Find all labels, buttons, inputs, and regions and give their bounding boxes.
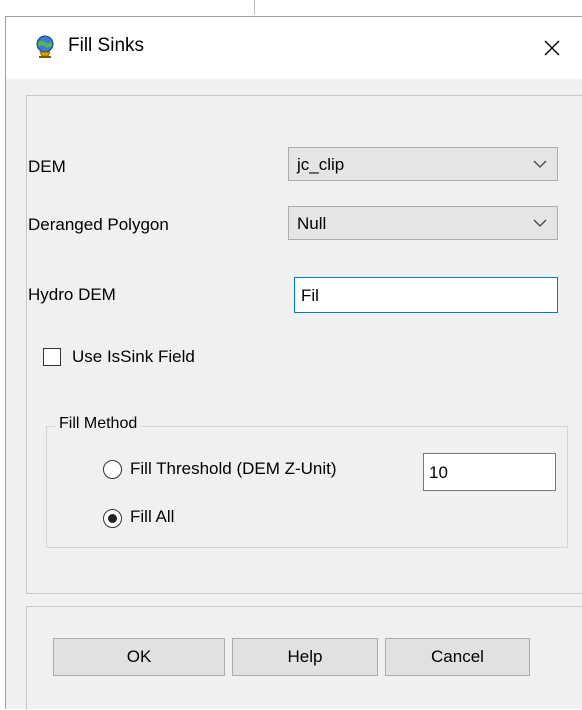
hydro-dem-input[interactable]: Fil bbox=[294, 277, 558, 313]
cancel-button[interactable]: Cancel bbox=[385, 638, 530, 676]
fill-threshold-input-value: 10 bbox=[429, 463, 448, 482]
dem-select[interactable]: jc_clip bbox=[288, 147, 558, 181]
fill-threshold-input[interactable]: 10 bbox=[423, 453, 556, 491]
background-strip bbox=[0, 0, 582, 16]
fill-threshold-radio[interactable] bbox=[103, 460, 122, 479]
close-button[interactable] bbox=[522, 17, 582, 79]
fill-method-title: Fill Method bbox=[55, 415, 142, 433]
hydro-dem-input-value: Fil bbox=[301, 286, 319, 305]
window-title: Fill Sinks bbox=[68, 35, 145, 56]
title-bar[interactable]: Fill Sinks bbox=[6, 17, 582, 79]
radio-selected-dot bbox=[108, 514, 117, 523]
close-icon bbox=[544, 40, 560, 56]
deranged-polygon-label: Deranged Polygon bbox=[28, 215, 169, 234]
deranged-polygon-select[interactable]: Null bbox=[288, 206, 558, 240]
deranged-polygon-select-value: Null bbox=[297, 214, 327, 233]
ok-button[interactable]: OK bbox=[53, 638, 225, 676]
chevron-down-icon bbox=[533, 219, 547, 227]
dem-select-value: jc_clip bbox=[297, 155, 345, 174]
hydro-dem-label: Hydro DEM bbox=[28, 285, 116, 304]
fill-all-radio[interactable] bbox=[103, 509, 122, 528]
chevron-down-icon bbox=[533, 160, 547, 168]
use-issink-label[interactable]: Use IsSink Field bbox=[72, 347, 195, 367]
help-button[interactable]: Help bbox=[232, 638, 378, 676]
fill-sinks-dialog: Fill Sinks DEM jc_clip Deranged Polygon … bbox=[5, 16, 582, 710]
background-separator bbox=[254, 0, 255, 14]
fill-all-label[interactable]: Fill All bbox=[130, 507, 174, 527]
use-issink-checkbox[interactable] bbox=[43, 348, 61, 366]
dem-label: DEM bbox=[28, 157, 66, 176]
fill-threshold-label[interactable]: Fill Threshold (DEM Z-Unit) bbox=[130, 459, 337, 479]
globe-tool-icon bbox=[36, 35, 54, 58]
